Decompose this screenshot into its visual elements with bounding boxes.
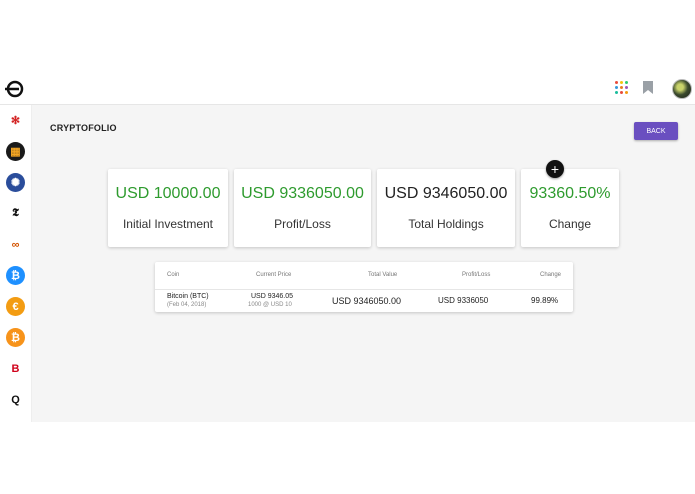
nbc-icon[interactable]: ✺: [6, 173, 25, 192]
change-cell: 99.89%: [531, 296, 559, 305]
digital-icon[interactable]: ▦: [6, 142, 25, 161]
nyt-icon[interactable]: 𝕿: [6, 204, 25, 223]
back-button[interactable]: BACK: [634, 122, 678, 140]
top-bar: [0, 74, 695, 105]
b-brand-icon[interactable]: B: [6, 359, 25, 378]
user-avatar[interactable]: [672, 79, 692, 99]
table-divider: [155, 289, 573, 290]
header-profit-loss: Profit/Loss: [462, 272, 491, 278]
profit-loss-label: Profit/Loss: [274, 217, 331, 231]
yelp-icon[interactable]: ✻: [6, 111, 25, 130]
add-coin-button[interactable]: +: [546, 160, 564, 178]
purchase-detail: 1000 @ USD 10: [248, 302, 292, 308]
card-change: 93360.50% Change: [521, 169, 619, 247]
total-holdings-value: USD 9346050.00: [384, 185, 508, 202]
change-value: 93360.50%: [529, 185, 611, 202]
initial-investment-value: USD 10000.00: [115, 185, 221, 202]
euro-coin-icon[interactable]: €: [6, 297, 25, 316]
page-title: CRYPTOFOLIO: [50, 123, 117, 133]
bitcoin-icon[interactable]: ₿: [6, 328, 25, 347]
profit-loss-cell: USD 9336050: [438, 296, 489, 305]
holdings-table: Coin Current Price Total Value Profit/Lo…: [155, 262, 573, 312]
header-current-price: Current Price: [256, 272, 292, 278]
initial-investment-label: Initial Investment: [122, 217, 214, 231]
header-total-value: Total Value: [368, 272, 398, 278]
coin-date: (Feb 04, 2018): [167, 302, 207, 308]
total-value: USD 9346050.00: [332, 296, 402, 306]
sidebar: ✻ ▦ ✺ 𝕿 ∞ ₿ € ₿ B Q: [0, 105, 32, 422]
apps-grid-icon[interactable]: [615, 81, 628, 94]
current-price: USD 9346.05: [251, 293, 294, 300]
header-coin: Coin: [167, 272, 180, 278]
cryptofolio-logo[interactable]: [5, 79, 25, 99]
bitcoin-blue-icon[interactable]: ₿: [6, 266, 25, 285]
change-label: Change: [548, 217, 592, 231]
card-total-holdings: USD 9346050.00 Total Holdings: [377, 169, 515, 247]
quora-icon[interactable]: Q: [6, 390, 25, 409]
main-content: CRYPTOFOLIO BACK USD 10000.00 Initial In…: [32, 105, 695, 422]
header-change: Change: [540, 272, 562, 278]
rings-icon[interactable]: ∞: [6, 235, 25, 254]
total-holdings-label: Total Holdings: [408, 217, 484, 231]
card-profit-loss: USD 9336050.00 Profit/Loss: [234, 169, 371, 247]
coin-name: Bitcoin (BTC): [167, 293, 209, 300]
card-initial-investment: USD 10000.00 Initial Investment: [108, 169, 228, 247]
bookmark-icon[interactable]: [643, 81, 653, 94]
profit-loss-value: USD 9336050.00: [241, 185, 364, 202]
